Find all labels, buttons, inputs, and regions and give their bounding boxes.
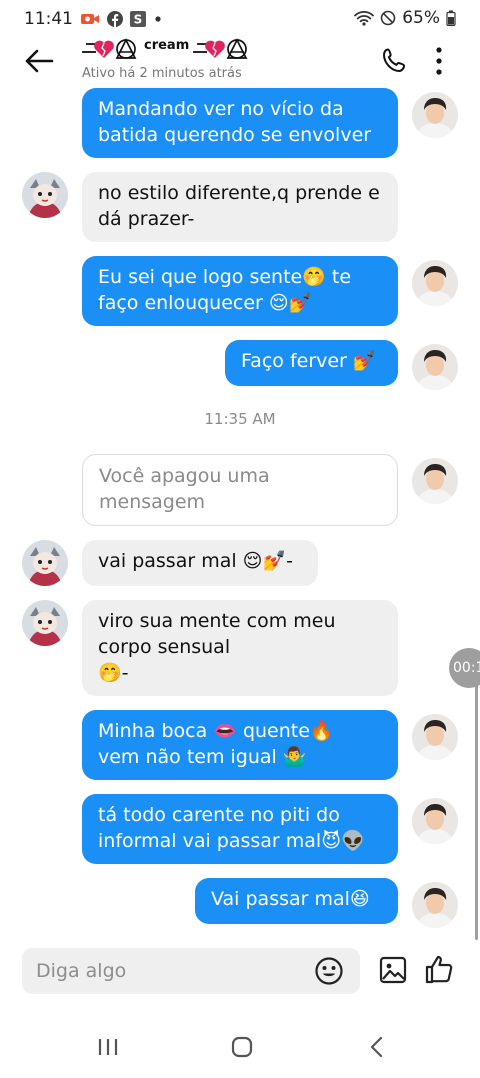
contact-avatar[interactable] — [22, 172, 68, 218]
home-icon[interactable] — [227, 1032, 257, 1062]
outgoing-message-bubble[interactable]: Eu sei que logo sente🤭 te faço enlouquec… — [82, 256, 398, 326]
outgoing-message-bubble[interactable]: Faço ferver 💅 — [225, 340, 398, 386]
more-vertical-icon[interactable] — [428, 44, 450, 78]
message-text: Você apagou uma mensagem — [99, 465, 270, 513]
facebook-icon — [107, 11, 123, 27]
sender-avatar[interactable] — [412, 344, 458, 390]
sender-avatar[interactable] — [412, 882, 458, 928]
scrollbar[interactable] — [475, 676, 478, 940]
contact-avatar[interactable] — [22, 540, 68, 586]
broken-heart-ornament-icon — [193, 38, 253, 60]
incoming-message-bubble[interactable]: no estilo diferente,q prende e dá prazer… — [82, 172, 398, 242]
contact-avatar[interactable] — [22, 600, 68, 646]
message-text: viro sua mente com meu corpo sensual 🤭- — [98, 610, 336, 684]
wifi-icon — [354, 10, 375, 26]
video-camera-icon — [80, 11, 100, 27]
active-status: Ativo há 2 minutos atrás — [82, 66, 242, 81]
image-icon[interactable] — [378, 955, 408, 985]
battery-percent: 65% — [402, 8, 440, 28]
composer — [22, 948, 360, 994]
outgoing-message-bubble[interactable]: tá todo carente no piti do informal vai … — [82, 794, 398, 864]
sender-avatar[interactable] — [412, 92, 458, 138]
sender-avatar[interactable] — [412, 458, 458, 504]
message-input[interactable] — [36, 948, 306, 994]
conversation-name: cream — [144, 38, 190, 53]
message-text: Faço ferver 💅 — [241, 350, 377, 372]
sender-avatar[interactable] — [412, 714, 458, 760]
outgoing-message-bubble[interactable]: Mandando ver no vício da batida querendo… — [82, 88, 398, 158]
messenger-chat-screen: 11:41 S 65% cream Ativo há 2 minutos atr… — [0, 0, 480, 1078]
system-nav-bar — [0, 1012, 480, 1078]
message-text: Eu sei que logo sente🤭 te faço enlouquec… — [98, 266, 352, 314]
back-icon[interactable] — [362, 1032, 392, 1062]
incoming-message-bubble[interactable]: vai passar mal 😌💅- — [82, 540, 318, 586]
thumbs-up-icon[interactable] — [424, 953, 456, 985]
message-text: vai passar mal 😌💅- — [98, 550, 293, 572]
conversation-title: cream — [82, 38, 253, 60]
message-text: Minha boca 👄 quente🔥 vem não tem igual 🤷… — [98, 720, 334, 768]
message-list[interactable]: Mandando ver no vício da batida querendo… — [0, 88, 480, 940]
svg-text:S: S — [134, 13, 143, 27]
message-text: Vai passar mal😆 — [211, 888, 370, 910]
chat-header: cream Ativo há 2 minutos atrás — [0, 38, 480, 88]
deleted-message-bubble[interactable]: Você apagou uma mensagem — [82, 454, 398, 526]
status-time: 11:41 — [24, 9, 73, 29]
broken-heart-ornament-icon — [82, 38, 142, 60]
recent-apps-icon[interactable] — [93, 1032, 123, 1062]
arrow-left-icon[interactable] — [22, 44, 56, 78]
outgoing-message-bubble[interactable]: Vai passar mal😆 — [195, 878, 398, 924]
sender-avatar[interactable] — [412, 798, 458, 844]
timestamp: 11:35 AM — [204, 410, 276, 428]
battery-icon — [446, 10, 456, 26]
message-text: no estilo diferente,q prende e dá prazer… — [98, 182, 380, 230]
phone-icon[interactable] — [380, 46, 410, 76]
outgoing-message-bubble[interactable]: Minha boca 👄 quente🔥 vem não tem igual 🤷… — [82, 710, 398, 780]
incoming-message-bubble[interactable]: viro sua mente com meu corpo sensual 🤭- — [82, 600, 398, 696]
sender-avatar[interactable] — [412, 260, 458, 306]
app-s-icon: S — [130, 11, 146, 27]
dot-icon — [153, 11, 163, 27]
do-not-disturb-icon — [380, 10, 396, 26]
status-bar: 11:41 S 65% — [0, 0, 480, 38]
message-text: Mandando ver no vício da batida querendo… — [98, 98, 372, 146]
smiley-icon[interactable] — [314, 956, 344, 986]
conversation-title-area[interactable]: cream Ativo há 2 minutos atrás — [82, 38, 282, 88]
message-text: tá todo carente no piti do informal vai … — [98, 804, 365, 852]
